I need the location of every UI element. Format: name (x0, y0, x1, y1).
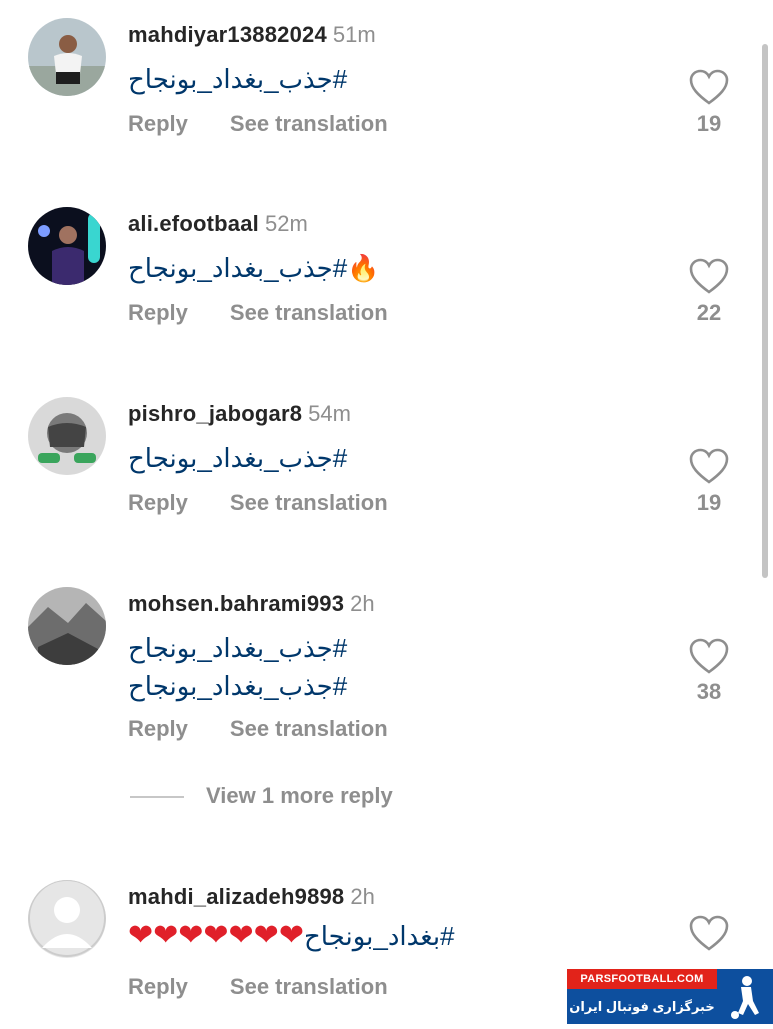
replies-divider (130, 796, 184, 799)
like-count: 19 (696, 490, 722, 515)
username[interactable]: mahdi_alizadeh9898 (128, 884, 344, 909)
avatar[interactable] (28, 880, 106, 958)
timestamp: 52m (264, 211, 308, 236)
heart-outline-icon (689, 638, 729, 674)
hashtag-link[interactable]: #جذب_بغداد_بونجاح (128, 667, 347, 705)
hashtag-link[interactable]: #بغداد_بونجاح (304, 921, 455, 951)
comment-actions: Reply See translation (128, 490, 388, 516)
like-button[interactable] (688, 257, 730, 295)
comment-text[interactable]: #جذب_بغداد_بونجاح (128, 60, 347, 98)
username[interactable]: mohsen.bahrami993 (128, 591, 344, 616)
comment-header: ali.efootbaal 52m (128, 211, 308, 237)
hashtag-link[interactable]: 🔥#جذب_بغداد_بونجاح (128, 249, 380, 287)
like-button[interactable] (688, 914, 730, 952)
comment-actions: Reply See translation (128, 716, 388, 742)
like-count: 38 (696, 679, 722, 704)
comment-actions: Reply See translation (128, 974, 388, 1000)
like-button[interactable] (688, 447, 730, 485)
watermark-site: PARSFOOTBALL.COM (567, 969, 717, 989)
avatar[interactable] (28, 18, 106, 96)
comment-actions: Reply See translation (128, 111, 388, 137)
hashtag-link[interactable]: #جذب_بغداد_بونجاح (128, 60, 347, 98)
comment-header: mahdiyar13882024 51m (128, 22, 376, 48)
see-translation-button[interactable]: See translation (230, 490, 388, 516)
view-more-replies-button[interactable]: View 1 more reply (130, 783, 393, 809)
like-count: 19 (696, 111, 722, 136)
username[interactable]: mahdiyar13882024 (128, 22, 327, 47)
reply-button[interactable]: Reply (128, 300, 188, 326)
like-button[interactable] (688, 68, 730, 106)
watermark-tagline: خبرگزاری فوتبال ایران (567, 989, 717, 1024)
comment-text[interactable]: ❤❤❤❤❤❤❤#بغداد_بونجاح (128, 917, 455, 955)
football-player-logo-icon (717, 969, 773, 1024)
scrollbar[interactable] (762, 44, 768, 578)
reply-button[interactable]: Reply (128, 111, 188, 137)
reply-button[interactable]: Reply (128, 974, 188, 1000)
comment-actions: Reply See translation (128, 300, 388, 326)
comment-header: mahdi_alizadeh9898 2h (128, 884, 375, 910)
comment-header: mohsen.bahrami993 2h (128, 591, 375, 617)
efootball-photo-icon (28, 207, 106, 285)
heart-outline-icon (689, 448, 729, 484)
see-translation-button[interactable]: See translation (230, 300, 388, 326)
comment-header: pishro_jabogar8 54m (128, 401, 351, 427)
reply-button[interactable]: Reply (128, 490, 188, 516)
reply-button[interactable]: Reply (128, 716, 188, 742)
covered-face-photo-icon (28, 397, 106, 475)
comment-text[interactable]: #جذب_بغداد_بونجاح #جذب_بغداد_بونجاح (128, 629, 347, 705)
avatar[interactable] (28, 397, 106, 475)
hashtag-link[interactable]: #جذب_بغداد_بونجاح (128, 629, 347, 667)
heart-outline-icon (689, 258, 729, 294)
heart-outline-icon (689, 69, 729, 105)
timestamp: 51m (332, 22, 376, 47)
hashtag-link[interactable]: #جذب_بغداد_بونجاح (128, 439, 347, 477)
person-photo-icon (28, 18, 106, 96)
watermark-badge: PARSFOOTBALL.COM خبرگزاری فوتبال ایران (567, 969, 773, 1024)
see-translation-button[interactable]: See translation (230, 111, 388, 137)
default-avatar-icon (28, 880, 106, 958)
timestamp: 2h (350, 884, 375, 909)
timestamp: 2h (350, 591, 375, 616)
avatar[interactable] (28, 207, 106, 285)
see-translation-button[interactable]: See translation (230, 974, 388, 1000)
comment-text[interactable]: 🔥#جذب_بغداد_بونجاح (128, 249, 380, 287)
heart-emojis: ❤❤❤❤❤❤❤ (128, 919, 304, 952)
landscape-photo-icon (28, 587, 106, 665)
avatar[interactable] (28, 587, 106, 665)
like-count: 22 (696, 300, 722, 325)
like-button[interactable] (688, 637, 730, 675)
timestamp: 54m (308, 401, 351, 426)
heart-outline-icon (689, 915, 729, 951)
see-translation-button[interactable]: See translation (230, 716, 388, 742)
comment-text[interactable]: #جذب_بغداد_بونجاح (128, 439, 347, 477)
username[interactable]: pishro_jabogar8 (128, 401, 302, 426)
view-more-replies-label: View 1 more reply (206, 783, 393, 808)
username[interactable]: ali.efootbaal (128, 211, 259, 236)
